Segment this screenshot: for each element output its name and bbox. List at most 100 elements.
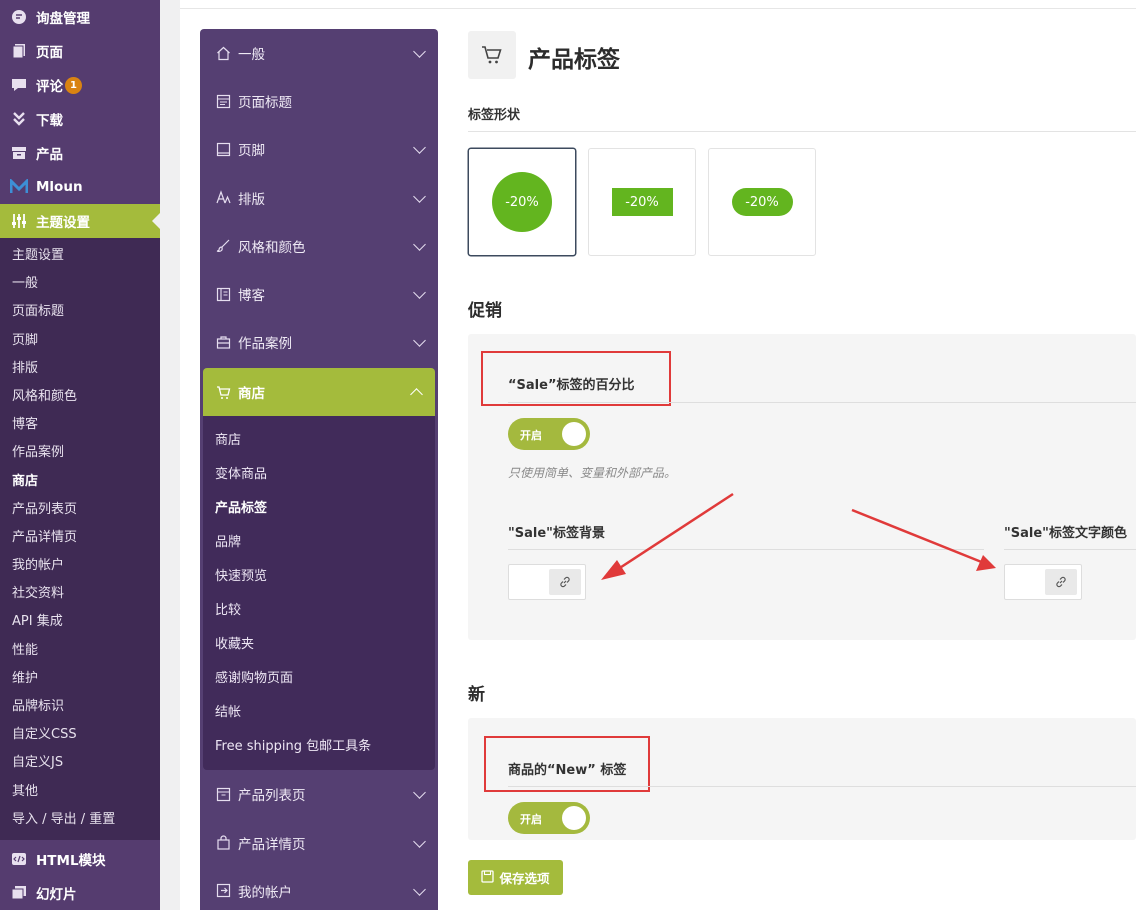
nav-blog[interactable]: 博客 xyxy=(200,270,438,318)
mloun-logo-icon xyxy=(10,178,28,196)
menu-html-modules[interactable]: HTML模块 xyxy=(0,842,160,876)
nav-label: 博客 xyxy=(238,288,265,305)
page-title-icon xyxy=(215,93,231,109)
account-icon xyxy=(215,883,231,899)
footer-icon xyxy=(215,141,231,157)
nav-style-colors[interactable]: 风格和颜色 xyxy=(200,222,438,270)
divider xyxy=(508,549,984,550)
new-label-toggle[interactable]: 开启 xyxy=(508,802,590,834)
nav-label: 一般 xyxy=(238,47,265,64)
sale-badge-preview: -20% xyxy=(492,172,552,232)
nav-product-detail[interactable]: 产品详情页 xyxy=(200,819,438,867)
chevron-down-icon xyxy=(413,141,426,155)
nav-shop[interactable]: 商店 xyxy=(203,368,435,417)
annotation-box xyxy=(484,736,650,792)
chevron-down-icon xyxy=(413,189,426,203)
shape-option-rounded[interactable]: -20% xyxy=(708,148,816,256)
menu-pages[interactable]: 页面 xyxy=(0,34,160,68)
divider xyxy=(508,786,1136,787)
menu-label: Mloun xyxy=(36,179,83,195)
download-icon xyxy=(10,110,28,128)
submenu-item[interactable]: 作品案例 xyxy=(0,439,160,467)
menu-download[interactable]: 下载 xyxy=(0,102,160,136)
submenu-item[interactable]: 自定义CSS xyxy=(0,721,160,749)
shape-option-circle[interactable]: -20% xyxy=(468,148,576,256)
menu-inquiry[interactable]: 询盘管理 xyxy=(0,0,160,34)
nav-footer[interactable]: 页脚 xyxy=(200,125,438,173)
chevron-down-icon xyxy=(413,834,426,848)
nav-label: 排版 xyxy=(238,191,265,208)
nav-product-list[interactable]: 产品列表页 xyxy=(200,770,438,818)
options-nav: 一般 页面标题 页脚 排版 风格和颜色 博客 作品案例 商店 商店 变体商品 产品标… xyxy=(200,29,438,910)
submenu-item[interactable]: 维护 xyxy=(0,665,160,693)
nav-label: 页脚 xyxy=(238,143,265,160)
menu-comments[interactable]: 评论 1 xyxy=(0,68,160,102)
submenu-item[interactable]: 页脚 xyxy=(0,327,160,355)
shop-submenu-item[interactable]: 感谢购物页面 xyxy=(203,662,435,696)
shop-submenu-item[interactable]: 快速预览 xyxy=(203,560,435,594)
theme-settings-submenu: 主题设置 一般 页面标题 页脚 排版 风格和颜色 博客 作品案例 商店 产品列表页 产品详情页 我的帐… xyxy=(0,238,160,840)
shop-submenu-item[interactable]: 收藏夹 xyxy=(203,628,435,662)
link-icon[interactable] xyxy=(549,569,581,595)
blog-icon xyxy=(215,286,231,302)
shop-submenu-item[interactable]: 品牌 xyxy=(203,526,435,560)
new-section-heading: 新 xyxy=(468,685,485,705)
menu-label: HTML模块 xyxy=(36,852,106,869)
sale-percent-toggle[interactable]: 开启 xyxy=(508,418,590,450)
submenu-item[interactable]: 风格和颜色 xyxy=(0,383,160,411)
menu-products[interactable]: 产品 xyxy=(0,136,160,170)
toggle-knob xyxy=(562,422,586,446)
sale-text-color-picker[interactable] xyxy=(1004,564,1082,600)
toggle-label: 开启 xyxy=(520,429,542,442)
shop-submenu-item[interactable]: Free shipping 包邮工具条 xyxy=(203,730,435,764)
nav-label: 风格和颜色 xyxy=(238,239,306,256)
submenu-item[interactable]: 博客 xyxy=(0,411,160,439)
shop-submenu-item[interactable]: 结帐 xyxy=(203,696,435,730)
submenu-item[interactable]: 其他 xyxy=(0,778,160,806)
nav-label: 作品案例 xyxy=(238,336,292,353)
submenu-item[interactable]: 品牌标识 xyxy=(0,693,160,721)
nav-typography[interactable]: 排版 xyxy=(200,174,438,222)
menu-theme-settings[interactable]: 主题设置 xyxy=(0,204,160,238)
toggle-knob xyxy=(562,806,586,830)
sale-section-heading: 促销 xyxy=(468,301,502,321)
nav-label: 页面标题 xyxy=(238,95,292,112)
shop-submenu-item[interactable]: 变体商品 xyxy=(203,458,435,492)
submenu-item[interactable]: API 集成 xyxy=(0,608,160,636)
submenu-item[interactable]: 页面标题 xyxy=(0,298,160,326)
shape-option-rectangle[interactable]: -20% xyxy=(588,148,696,256)
chevron-down-icon xyxy=(413,786,426,800)
menu-label: 主题设置 xyxy=(36,215,90,231)
product-detail-icon xyxy=(215,835,231,851)
submenu-item[interactable]: 产品详情页 xyxy=(0,524,160,552)
shop-submenu-item[interactable]: 产品标签 xyxy=(203,492,435,526)
save-label: 保存选项 xyxy=(499,871,550,886)
submenu-item[interactable]: 排版 xyxy=(0,355,160,383)
submenu-item[interactable]: 一般 xyxy=(0,270,160,298)
nav-page-title[interactable]: 页面标题 xyxy=(200,77,438,125)
link-icon[interactable] xyxy=(1045,569,1077,595)
menu-slides[interactable]: 幻灯片 xyxy=(0,876,160,910)
submenu-item[interactable]: 主题设置 xyxy=(0,242,160,270)
submenu-item[interactable]: 我的帐户 xyxy=(0,552,160,580)
submenu-item[interactable]: 导入 / 导出 / 重置 xyxy=(0,806,160,834)
shop-submenu-item[interactable]: 比较 xyxy=(203,594,435,628)
nav-portfolio[interactable]: 作品案例 xyxy=(200,318,438,366)
submenu-item[interactable]: 社交资料 xyxy=(0,580,160,608)
submenu-item[interactable]: 自定义JS xyxy=(0,749,160,777)
submenu-item[interactable]: 性能 xyxy=(0,637,160,665)
sale-bg-color-picker[interactable] xyxy=(508,564,586,600)
products-icon xyxy=(10,144,28,162)
submenu-item[interactable]: 产品列表页 xyxy=(0,496,160,524)
sale-bg-label: "Sale"标签背景 xyxy=(508,526,605,541)
nav-general[interactable]: 一般 xyxy=(200,29,438,77)
shop-submenu-item[interactable]: 商店 xyxy=(203,424,435,458)
nav-label: 我的帐户 xyxy=(238,884,292,901)
menu-label: 幻灯片 xyxy=(36,886,77,903)
menu-mloun[interactable]: Mloun xyxy=(0,170,160,204)
comments-count-badge: 1 xyxy=(65,76,82,94)
save-options-button[interactable]: 保存选项 xyxy=(468,860,563,895)
submenu-item[interactable]: 商店 xyxy=(0,468,160,496)
menu-label: 页面 xyxy=(36,45,63,61)
nav-my-account[interactable]: 我的帐户 xyxy=(200,867,438,910)
